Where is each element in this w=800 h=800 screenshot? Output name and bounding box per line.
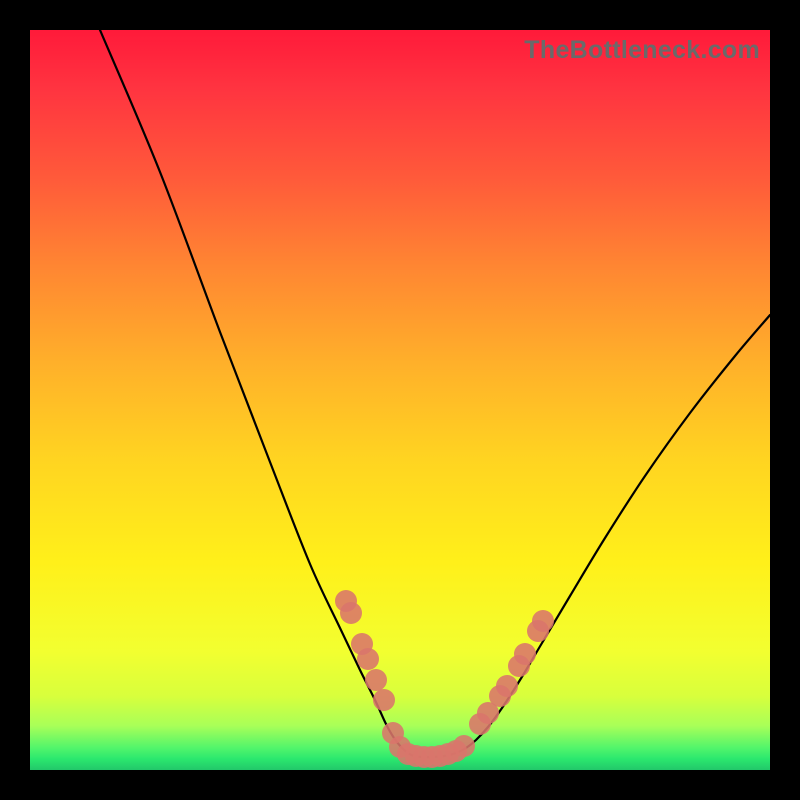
marker-dot (373, 689, 395, 711)
curve-layer (30, 30, 770, 770)
chart-frame: TheBottleneck.com (0, 0, 800, 800)
marker-dot (514, 643, 536, 665)
marker-dot (365, 669, 387, 691)
marker-dot (532, 610, 554, 632)
marker-dot (340, 602, 362, 624)
bottleneck-curve (100, 30, 770, 757)
marker-dot (357, 648, 379, 670)
marker-dot (453, 735, 475, 757)
marker-dot (496, 675, 518, 697)
plot-area: TheBottleneck.com (30, 30, 770, 770)
